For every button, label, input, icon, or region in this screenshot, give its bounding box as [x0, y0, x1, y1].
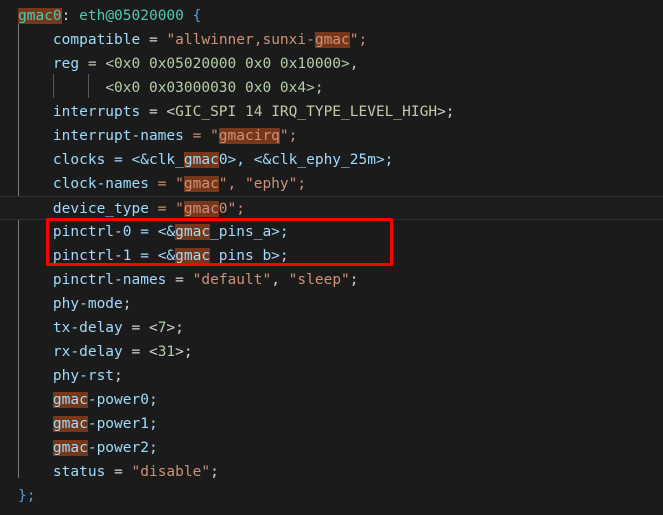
open-brace: { — [192, 8, 202, 24]
code-line-19[interactable]: gmac-power2; — [0, 436, 663, 460]
prop-interrupts: interrupts — [52, 104, 141, 120]
search-match: gmac — [52, 392, 88, 408]
search-match: gmac — [175, 224, 211, 240]
search-match: gmac — [218, 128, 254, 144]
prop-pinctrl-1: pinctrl-1 — [52, 248, 132, 264]
code-line-5[interactable]: interrupts = <GIC_SPI 14 IRQ_TYPE_LEVEL_… — [0, 100, 663, 124]
code-line-11[interactable]: pinctrl-1 = <&gmac_pins_b>; — [0, 244, 663, 268]
search-match: gmac — [314, 32, 350, 48]
code-content[interactable]: gmac0: eth@05020000 { compatible = "allw… — [0, 4, 663, 508]
code-line-21[interactable]: }; — [0, 484, 663, 508]
prop-tx-delay: tx-delay — [52, 320, 123, 336]
code-editor[interactable]: gmac0: eth@05020000 { compatible = "allw… — [0, 0, 663, 515]
prop-gmac-power0: -power0; — [87, 392, 158, 408]
code-line-12[interactable]: pinctrl-names = "default", "sleep"; — [0, 268, 663, 292]
search-match: gmac — [183, 152, 219, 168]
code-line-1[interactable]: gmac0: eth@05020000 { — [0, 4, 663, 28]
search-match: gmac — [52, 440, 88, 456]
prop-gmac-power1: -power1; — [87, 416, 158, 432]
prop-device-type: device_type — [52, 201, 149, 217]
node-name: eth@05020000 — [79, 8, 184, 24]
prop-phy-mode: phy-mode — [52, 296, 123, 312]
prop-reg: reg — [52, 56, 80, 72]
code-line-6[interactable]: interrupt-names = "gmacirq"; — [0, 124, 663, 148]
code-line-18[interactable]: gmac-power1; — [0, 412, 663, 436]
code-line-17[interactable]: gmac-power0; — [0, 388, 663, 412]
close-brace: }; — [18, 488, 36, 504]
code-line-9-current[interactable]: device_type = "gmac0"; — [0, 196, 663, 220]
code-line-2[interactable]: compatible = "allwinner,sunxi-gmac"; — [0, 28, 663, 52]
node-label: gmac0 — [18, 8, 62, 24]
code-line-20[interactable]: status = "disable"; — [0, 460, 663, 484]
code-line-13[interactable]: phy-mode; — [0, 292, 663, 316]
code-line-16[interactable]: phy-rst; — [0, 364, 663, 388]
prop-interrupt-names: interrupt-names — [52, 128, 184, 144]
code-line-10[interactable]: pinctrl-0 = <&gmac_pins_a>; — [0, 220, 663, 244]
code-line-8[interactable]: clock-names = "gmac", "ephy"; — [0, 172, 663, 196]
prop-clock-names: clock-names — [52, 176, 149, 192]
code-line-14[interactable]: tx-delay = <7>; — [0, 316, 663, 340]
code-line-7[interactable]: clocks = <&clk_gmac0>, <&clk_ephy_25m>; — [0, 148, 663, 172]
prop-rx-delay: rx-delay — [52, 344, 123, 360]
search-match: gmac — [175, 248, 211, 264]
prop-clocks: clocks — [52, 152, 106, 168]
search-match: gmac — [52, 416, 88, 432]
search-match: gmac — [183, 176, 219, 192]
prop-compatible: compatible — [52, 32, 141, 48]
prop-pinctrl-0: pinctrl-0 — [52, 224, 132, 240]
search-match: gmac — [183, 201, 219, 217]
code-line-15[interactable]: rx-delay = <31>; — [0, 340, 663, 364]
prop-status: status — [52, 464, 106, 480]
prop-gmac-power2: -power2; — [87, 440, 158, 456]
prop-phy-rst: phy-rst — [52, 368, 115, 384]
code-line-3[interactable]: reg = <0x0 0x05020000 0x0 0x10000>, — [0, 52, 663, 76]
prop-pinctrl-names: pinctrl-names — [52, 272, 167, 288]
code-line-4[interactable]: <0x0 0x03000030 0x0 0x4>; — [0, 76, 663, 100]
